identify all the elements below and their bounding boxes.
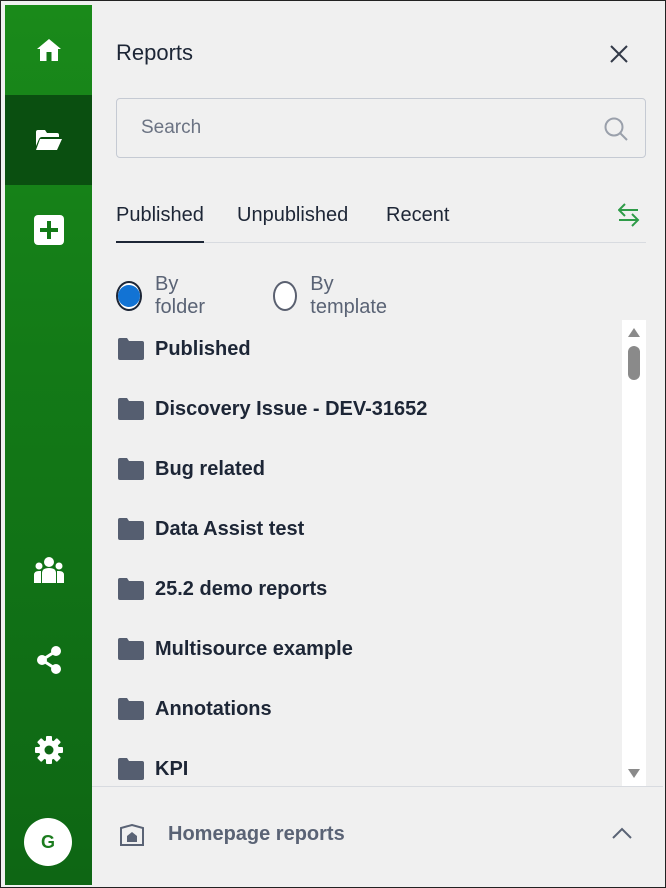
folder-name: Annotations (155, 697, 272, 720)
users-icon (33, 557, 64, 583)
folder-icon (118, 758, 144, 780)
radio-by-template[interactable]: By template (273, 273, 393, 319)
settings-button[interactable] (5, 705, 92, 795)
chevron-up-icon[interactable] (611, 826, 633, 840)
panel-title: Reports (116, 40, 194, 65)
radio-label: By template (310, 273, 388, 318)
tab-unpublished[interactable]: Unpublished (237, 204, 348, 227)
search-icon[interactable] (603, 116, 629, 142)
swap-arrows-icon[interactable] (618, 203, 640, 227)
share-button[interactable] (5, 615, 92, 705)
folder-icon (118, 338, 144, 360)
share-icon (36, 646, 61, 674)
search-input[interactable] (117, 99, 597, 157)
folder-name: KPI (155, 757, 189, 780)
folder-name: Multisource example (155, 637, 353, 660)
create-button[interactable] (5, 185, 92, 275)
radio-selected-indicator (116, 281, 142, 311)
folder-item[interactable]: 25.2 demo reports (118, 574, 327, 604)
folder-icon (118, 698, 144, 720)
reports-button[interactable] (5, 95, 92, 185)
folder-item[interactable]: Multisource example (118, 634, 353, 664)
plus-square-icon (33, 215, 64, 245)
folder-icon (118, 398, 144, 420)
folder-item[interactable]: Annotations (118, 694, 272, 724)
tab-recent[interactable]: Recent (386, 204, 449, 227)
folder-icon (118, 578, 144, 600)
search-box (116, 98, 646, 158)
users-button[interactable] (5, 525, 92, 615)
nav-rail: G (5, 5, 92, 885)
homepage-reports-label: Homepage reports (168, 823, 345, 845)
folder-list-scrollbar[interactable] (622, 320, 646, 786)
report-tabs: Published Unpublished Recent (116, 195, 646, 243)
folder-name: Data Assist test (155, 517, 305, 540)
scroll-up-arrow-icon[interactable] (628, 328, 640, 337)
folder-name: 25.2 demo reports (155, 577, 328, 600)
folder-icon (118, 458, 144, 480)
tab-published[interactable]: Published (116, 204, 204, 243)
scrollbar-thumb[interactable] (628, 346, 640, 380)
folder-item[interactable]: KPI (118, 754, 188, 784)
close-icon[interactable] (606, 41, 632, 67)
user-avatar[interactable]: G (24, 818, 72, 866)
folder-icon (118, 638, 144, 660)
folder-item[interactable]: Data Assist test (118, 514, 304, 544)
folder-item[interactable]: Published (118, 334, 251, 364)
folder-name: Bug related (155, 457, 266, 480)
radio-label: By folder (155, 273, 206, 318)
home-icon (36, 39, 61, 61)
folder-list: Published Discovery Issue - DEV-31652 Bu… (92, 320, 647, 786)
scroll-down-arrow-icon[interactable] (628, 769, 640, 778)
homepage-reports-section[interactable]: Homepage reports (92, 786, 663, 885)
radio-indicator (273, 281, 298, 311)
folder-item[interactable]: Bug related (118, 454, 265, 484)
folder-item[interactable]: Discovery Issue - DEV-31652 (118, 394, 427, 424)
radio-by-folder[interactable]: By folder (116, 273, 209, 319)
home-button[interactable] (5, 5, 92, 95)
gear-icon (34, 736, 63, 764)
app-frame: G Reports Published Unpublished Recent (0, 0, 666, 888)
home-outline-icon (120, 824, 144, 846)
folder-open-icon (35, 130, 62, 150)
folder-name: Published (155, 337, 251, 360)
reports-panel: Reports Published Unpublished Recent (92, 5, 663, 885)
folder-icon (118, 518, 144, 540)
folder-name: Discovery Issue - DEV-31652 (155, 397, 428, 420)
